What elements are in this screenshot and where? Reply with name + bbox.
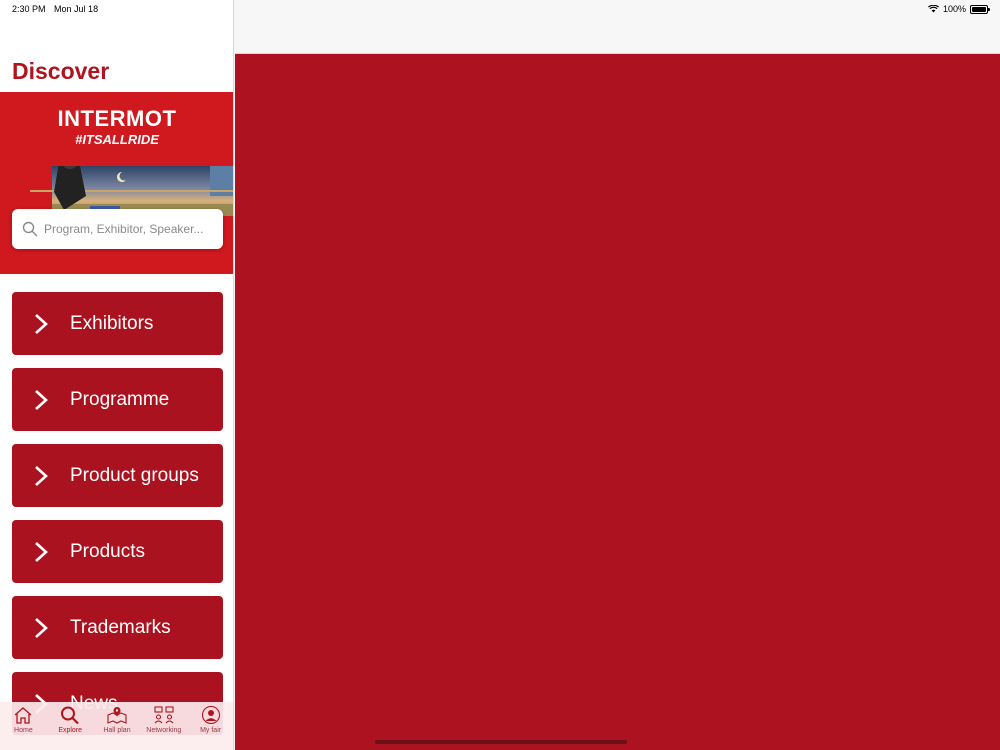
menu-item-exhibitors[interactable]: Exhibitors <box>12 292 223 355</box>
tab-networking[interactable]: Networking <box>141 706 187 750</box>
menu-item-label: Trademarks <box>70 616 171 638</box>
tab-label: Networking <box>146 727 182 734</box>
page-title: Discover <box>12 58 110 84</box>
profile-icon <box>201 706 220 724</box>
tab-label: My fair <box>200 727 222 734</box>
status-left: 2:30 PM Mon Jul 18 <box>12 4 104 14</box>
tab-label: Explore <box>58 727 83 734</box>
menu-item-products[interactable]: Products <box>12 520 223 583</box>
tab-explore[interactable]: Explore <box>47 706 93 750</box>
menu-item-label: Programme <box>70 388 170 410</box>
menu-item-label: Exhibitors <box>70 312 154 334</box>
home-indicator[interactable] <box>375 740 627 744</box>
networking-icon <box>154 706 174 724</box>
status-right: 100% <box>928 4 990 14</box>
hero-brand: INTERMOT <box>57 106 177 131</box>
search-icon <box>22 221 38 237</box>
tab-hall-plan[interactable]: Hall plan <box>94 706 140 750</box>
menu-item-programme[interactable]: Programme <box>12 368 223 431</box>
menu-item-label: Products <box>70 540 145 562</box>
home-icon <box>14 707 32 724</box>
chevron-right-icon <box>35 313 48 334</box>
sidebar: Discover INTERMOT #ITSALLRIDE Program, E… <box>0 0 234 750</box>
status-date: Mon Jul 18 <box>54 4 99 14</box>
tab-home[interactable]: Home <box>0 706 46 750</box>
status-bar: 2:30 PM Mon Jul 18 100% <box>0 0 1000 18</box>
menu-item-label: Product groups <box>70 464 199 486</box>
tab-bar: Home Explore Hall plan Networking My fai… <box>0 702 233 750</box>
map-icon <box>107 707 127 724</box>
search-icon <box>61 706 79 724</box>
chevron-right-icon <box>35 389 48 410</box>
search-field[interactable] <box>12 209 223 249</box>
tab-label: Hall plan <box>103 727 131 734</box>
tab-label: Home <box>14 727 33 734</box>
hero-tagline: #ITSALLRIDE <box>75 132 159 147</box>
app-screen: 2:30 PM Mon Jul 18 100% Discover INTERMO… <box>0 0 1000 750</box>
battery-icon <box>970 4 990 14</box>
status-time: 2:30 PM <box>12 4 46 14</box>
chevron-right-icon <box>35 541 48 562</box>
menu-item-trademarks[interactable]: Trademarks <box>12 596 223 659</box>
chevron-right-icon <box>35 617 48 638</box>
menu-item-product-groups[interactable]: Product groups <box>12 444 223 507</box>
battery-percent: 100% <box>942 4 966 14</box>
wifi-icon <box>928 5 939 13</box>
detail-pane <box>235 54 1000 750</box>
chevron-right-icon <box>35 465 48 486</box>
search-input[interactable] <box>44 222 214 236</box>
tab-my-fair[interactable]: My fair <box>188 706 233 750</box>
menu-list: Exhibitors Programme Product groups Prod… <box>12 292 223 748</box>
